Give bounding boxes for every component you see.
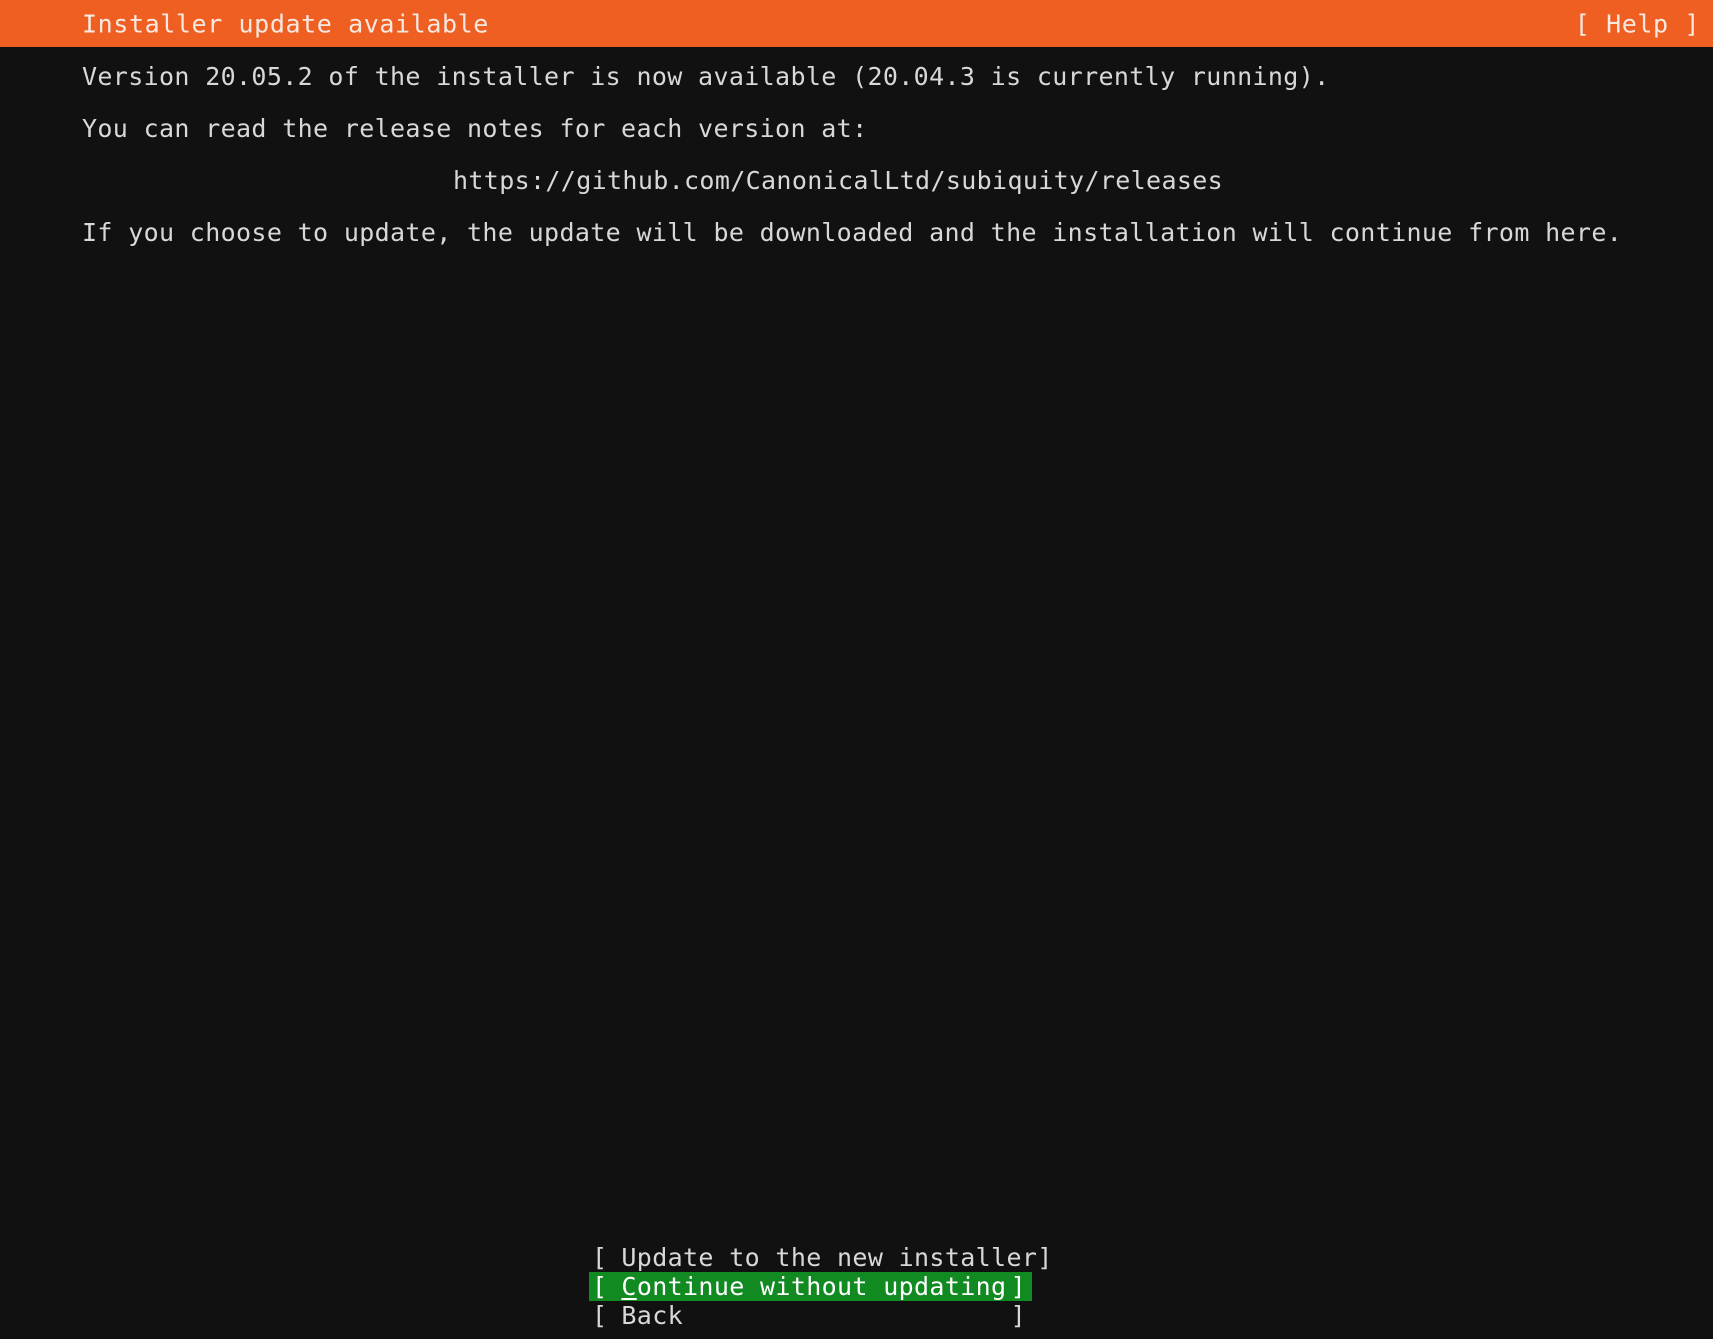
release-notes-label: You can read the release notes for each … [82,114,868,143]
bracket-left: [ [592,1301,608,1330]
bracket-right: ] [1037,1243,1053,1272]
accelerator-char: C [621,1272,637,1301]
bracket-right: ] [1010,1272,1026,1301]
bracket-left: [ [592,1243,608,1272]
bracket-right: ] [1010,1301,1026,1330]
button-stack: [ Update to the new installer ] [ Contin… [0,1243,1713,1330]
button-label: Continue without updating [607,1272,1010,1301]
release-notes-url: https://github.com/CanonicalLtd/subiquit… [453,166,1224,195]
button-label: Back [621,1301,684,1330]
back-button[interactable]: [ Back ] [589,1301,1032,1330]
header-bar: Installer update available [ Help ] [0,0,1713,47]
help-button[interactable]: [ Help ] [1575,9,1700,38]
bracket-left: [ [592,1272,608,1301]
button-label: Update to the new installer [621,1243,1038,1272]
update-description-text: If you choose to update, the update will… [82,218,1623,247]
installer-screen: Installer update available [ Help ] Vers… [0,0,1713,1339]
continue-without-updating-button[interactable]: [ Continue without updating ] [589,1272,1032,1301]
update-installer-button[interactable]: [ Update to the new installer ] [589,1243,1052,1272]
page-title: Installer update available [82,9,489,38]
version-available-text: Version 20.05.2 of the installer is now … [82,62,1330,91]
button-label-rest: ontinue without updating [636,1272,1007,1301]
